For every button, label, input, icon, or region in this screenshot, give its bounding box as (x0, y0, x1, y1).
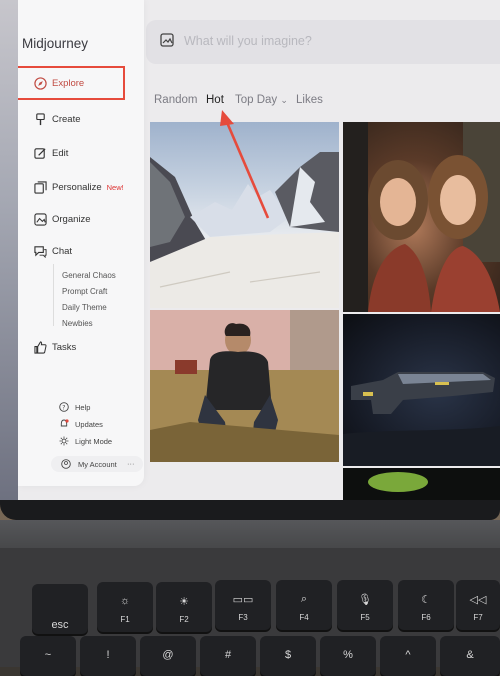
chat-room-newbies[interactable]: Newbies (62, 319, 93, 328)
sidebar-item-personalize[interactable]: Personalize New! (18, 176, 138, 202)
tab-top-day[interactable]: Top Day ⌄ (235, 94, 288, 106)
laptop-bezel: What will you imagine? Midjourney Explor… (0, 0, 500, 520)
tab-hot[interactable]: Hot (206, 94, 224, 106)
gallery-image-partial[interactable] (343, 468, 500, 500)
my-account-label: My Account (78, 460, 117, 469)
light-mode-toggle[interactable]: Light Mode (18, 435, 144, 449)
sidebar-item-label: Organize (52, 214, 91, 225)
key-esc[interactable]: esc (32, 584, 88, 634)
desktop-wallpaper-strip (0, 0, 18, 500)
help-link[interactable]: ? Help (18, 401, 144, 415)
chat-room-general-chaos[interactable]: General Chaos (62, 271, 116, 280)
svg-text:?: ? (62, 404, 65, 411)
gallery-image-scifi-weapon[interactable] (343, 314, 500, 466)
chat-room-prompt-craft[interactable]: Prompt Craft (62, 287, 107, 296)
key-caret[interactable]: ^ (380, 636, 436, 676)
thumbs-up-icon (34, 341, 47, 354)
key-dollar[interactable]: $ (260, 636, 316, 676)
sidebar-item-label: Create (52, 114, 81, 125)
sidebar-item-label: Chat (52, 246, 73, 257)
avatar-icon (61, 459, 71, 469)
chat-room-daily-theme[interactable]: Daily Theme (62, 303, 107, 312)
key-tilde[interactable]: ~ (20, 636, 76, 676)
key-f3[interactable]: ▭▭ F3 (215, 580, 271, 630)
gallery-image-man-in-field[interactable] (150, 310, 339, 462)
sidebar-item-label: Tasks (52, 342, 77, 353)
sidebar-item-edit[interactable]: Edit (18, 142, 138, 168)
account-menu-icon[interactable]: ··· (127, 459, 135, 468)
imagine-search-bar[interactable]: What will you imagine? (146, 20, 500, 64)
laptop-hinge (0, 520, 500, 548)
key-f1[interactable]: ☼ F1 (97, 582, 153, 632)
tab-random[interactable]: Random (154, 94, 197, 106)
search-input[interactable]: What will you imagine? (184, 34, 312, 48)
keyboard: esc ☼ F1 ☀ F2 ▭▭ F3 ⌕ F4 🎙 F5 ☾ F6 ◁◁ F7 ~ ! @ … (0, 548, 500, 676)
image-icon (160, 33, 174, 47)
personalize-icon (34, 181, 47, 194)
sidebar-item-chat[interactable]: Chat (18, 240, 138, 266)
key-percent[interactable]: % (320, 636, 376, 676)
help-label: Help (75, 403, 91, 412)
sidebar-item-organize[interactable]: Organize (18, 208, 138, 234)
light-mode-label: Light Mode (75, 437, 113, 446)
updates-icon (60, 419, 69, 427)
folder-image-icon (34, 213, 47, 226)
browser-window: What will you imagine? Midjourney Explor… (18, 0, 500, 500)
key-f6[interactable]: ☾ F6 (398, 580, 454, 630)
brand-logo-text: Midjourney (22, 36, 89, 51)
sidebar-item-label: Personalize New! (52, 182, 124, 193)
chat-tree-line (53, 264, 54, 326)
gallery-image-portrait[interactable] (343, 122, 500, 312)
sidebar: Midjourney Explore Create Edit Personali… (18, 0, 144, 486)
updates-label: Updates (75, 420, 103, 429)
key-exclaim[interactable]: ! (80, 636, 136, 676)
updates-link[interactable]: Updates (18, 418, 144, 432)
sun-icon (59, 436, 69, 446)
key-f4[interactable]: ⌕ F4 (276, 580, 332, 630)
edit-icon (34, 148, 46, 159)
key-f5[interactable]: 🎙 F5 (337, 580, 393, 630)
new-badge: New! (106, 183, 124, 192)
brush-icon (36, 113, 45, 126)
sidebar-item-tasks[interactable]: Tasks (18, 336, 138, 362)
key-f7[interactable]: ◁◁ F7 (456, 580, 500, 630)
sidebar-item-create[interactable]: Create (18, 108, 138, 134)
key-f2[interactable]: ☀ F2 (156, 582, 212, 632)
tab-likes[interactable]: Likes (296, 94, 323, 106)
my-account-button[interactable]: My Account ··· (51, 456, 143, 472)
help-icon: ? (59, 402, 69, 412)
annotation-highlight-box (18, 66, 125, 100)
chevron-down-icon: ⌄ (280, 95, 288, 105)
chat-icon (34, 246, 47, 258)
key-at[interactable]: @ (140, 636, 196, 676)
key-ampersand[interactable]: & (440, 636, 500, 676)
sidebar-item-label: Edit (52, 148, 69, 159)
key-hash[interactable]: # (200, 636, 256, 676)
gallery-image-mountains[interactable] (150, 122, 339, 308)
